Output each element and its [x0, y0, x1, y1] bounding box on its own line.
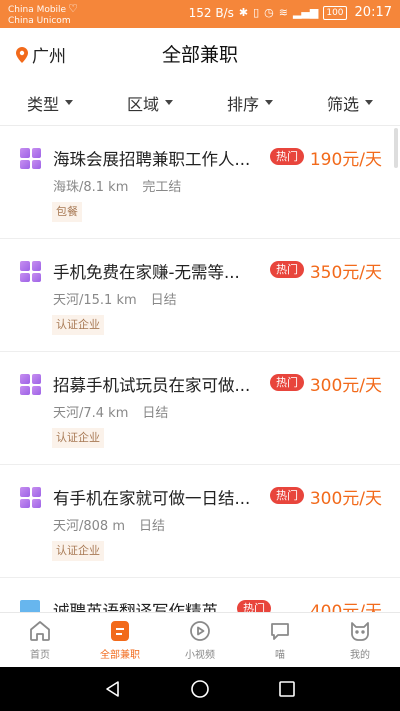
job-list-item[interactable]: 海珠会展招聘兼职工作人... 热门 190元/天 海珠/8.1 km 完工结 包… — [0, 126, 400, 239]
home-circle-icon[interactable] — [190, 679, 210, 699]
job-settlement: 完工结 — [142, 180, 182, 195]
tab-short-video[interactable]: 小视频 — [160, 613, 240, 667]
page-title: 全部兼职 — [161, 44, 238, 66]
translation-category-icon — [20, 600, 40, 612]
play-icon — [190, 621, 210, 641]
job-list-item[interactable]: 有手机在家就可做一日结... 热门 300元/天 天河/808 m 日结 认证企… — [0, 465, 400, 578]
job-list[interactable]: 海珠会展招聘兼职工作人... 热门 190元/天 海珠/8.1 km 完工结 包… — [0, 126, 400, 612]
tab-label: 首页 — [30, 650, 50, 661]
job-title: 诚聘英语翻译写作精英 — [53, 602, 218, 612]
filter-label: 区域 — [126, 94, 159, 114]
filter-type[interactable]: 类型 — [0, 80, 100, 125]
status-indicators: 152 B/s ✱ ▯ ◷ ≋ ▂▄▆ 100 20:17 — [189, 5, 392, 20]
document-icon — [111, 621, 129, 641]
tab-label: 全部兼职 — [100, 650, 140, 661]
chat-icon — [271, 623, 289, 640]
clock: 20:17 — [354, 5, 392, 20]
job-pay: 300元/天 — [309, 376, 382, 396]
filter-screen[interactable]: 筛选 — [300, 80, 400, 125]
hot-badge: 热门 — [237, 600, 271, 612]
job-tag: 认证企业 — [52, 315, 104, 335]
job-pay: 190元/天 — [309, 150, 382, 170]
filter-area[interactable]: 区域 — [100, 80, 200, 125]
app-header: 广州 全部兼职 — [0, 28, 400, 80]
system-nav-bar — [0, 667, 400, 711]
category-grid-icon — [20, 487, 41, 508]
battery-icon: 100 — [323, 5, 347, 20]
filter-sort[interactable]: 排序 — [200, 80, 300, 125]
tab-label: 喵 — [275, 650, 285, 661]
filter-label: 类型 — [26, 94, 59, 114]
job-list-item[interactable]: 招募手机试玩员在家可做... 热门 300元/天 天河/7.4 km 日结 认证… — [0, 352, 400, 465]
job-pay: 400元/天 — [309, 602, 382, 612]
hot-badge: 热门 — [270, 261, 304, 278]
caret-down-icon — [265, 100, 273, 105]
job-meta: 天河/15.1 km 日结 — [53, 289, 177, 308]
job-list-item[interactable]: 手机免费在家赚-无需等... 热门 350元/天 天河/15.1 km 日结 认… — [0, 239, 400, 352]
job-meta: 海珠/8.1 km 完工结 — [53, 176, 181, 195]
recents-icon[interactable] — [277, 679, 297, 699]
home-icon — [30, 621, 50, 641]
job-tag: 认证企业 — [52, 541, 104, 561]
job-settlement: 日结 — [150, 293, 177, 308]
job-title: 招募手机试玩员在家可做... — [53, 376, 251, 395]
job-tag: 包餐 — [52, 202, 82, 222]
bluetooth-icon: ✱ — [238, 6, 249, 19]
job-title: 有手机在家就可做一日结... — [53, 489, 251, 508]
job-distance: 天河/7.4 km — [53, 406, 129, 421]
job-distance: 海珠/8.1 km — [53, 180, 129, 195]
category-grid-icon — [20, 148, 41, 169]
heart-icon: ♡ — [68, 2, 78, 15]
job-settlement: 日结 — [142, 406, 169, 421]
caret-down-icon — [165, 100, 173, 105]
job-pay: 350元/天 — [309, 263, 382, 283]
job-list-item[interactable]: 诚聘英语翻译写作精英 热门 400元/天 — [0, 578, 400, 612]
job-meta: 天河/7.4 km 日结 — [53, 402, 168, 421]
tab-label: 小视频 — [185, 650, 215, 661]
caret-down-icon — [365, 100, 373, 105]
filter-label: 筛选 — [326, 94, 359, 114]
job-title: 手机免费在家赚-无需等... — [53, 263, 240, 282]
carrier-1: China Mobile — [8, 5, 67, 15]
wifi-icon: ≋ — [278, 6, 288, 19]
tab-label: 我的 — [350, 650, 370, 661]
scrollbar[interactable] — [394, 128, 398, 168]
job-meta: 天河/808 m 日结 — [53, 515, 165, 534]
signal-icon: ▂▄▆ — [292, 6, 319, 19]
bottom-tab-bar: 首页 全部兼职 小视频 喵 我的 — [0, 612, 400, 667]
vibrate-icon: ▯ — [253, 6, 260, 19]
carrier-2: China Unicom — [8, 16, 71, 26]
carrier-info: China Mobile ♡ China Unicom — [8, 3, 78, 27]
tab-meow[interactable]: 喵 — [240, 613, 320, 667]
filter-label: 排序 — [226, 94, 259, 114]
caret-down-icon — [65, 100, 73, 105]
hot-badge: 热门 — [270, 487, 304, 504]
job-tag: 认证企业 — [52, 428, 104, 448]
network-speed: 152 B/s — [188, 5, 234, 20]
back-icon[interactable] — [103, 679, 123, 699]
status-bar: China Mobile ♡ China Unicom 152 B/s ✱ ▯ ◷… — [0, 0, 400, 28]
job-pay: 300元/天 — [309, 489, 382, 509]
job-distance: 天河/808 m — [53, 519, 125, 534]
job-settlement: 日结 — [139, 519, 166, 534]
tab-all-jobs[interactable]: 全部兼职 — [80, 613, 160, 667]
alarm-icon: ◷ — [264, 6, 274, 19]
hot-badge: 热门 — [270, 374, 304, 391]
job-title: 海珠会展招聘兼职工作人... — [53, 150, 251, 169]
tab-home[interactable]: 首页 — [0, 613, 80, 667]
hot-badge: 热门 — [270, 148, 304, 165]
category-grid-icon — [20, 374, 41, 395]
category-grid-icon — [20, 261, 41, 282]
filter-bar: 类型 区域 排序 筛选 — [0, 80, 400, 126]
cat-icon — [351, 622, 369, 641]
job-distance: 天河/15.1 km — [53, 293, 137, 308]
tab-mine[interactable]: 我的 — [320, 613, 400, 667]
